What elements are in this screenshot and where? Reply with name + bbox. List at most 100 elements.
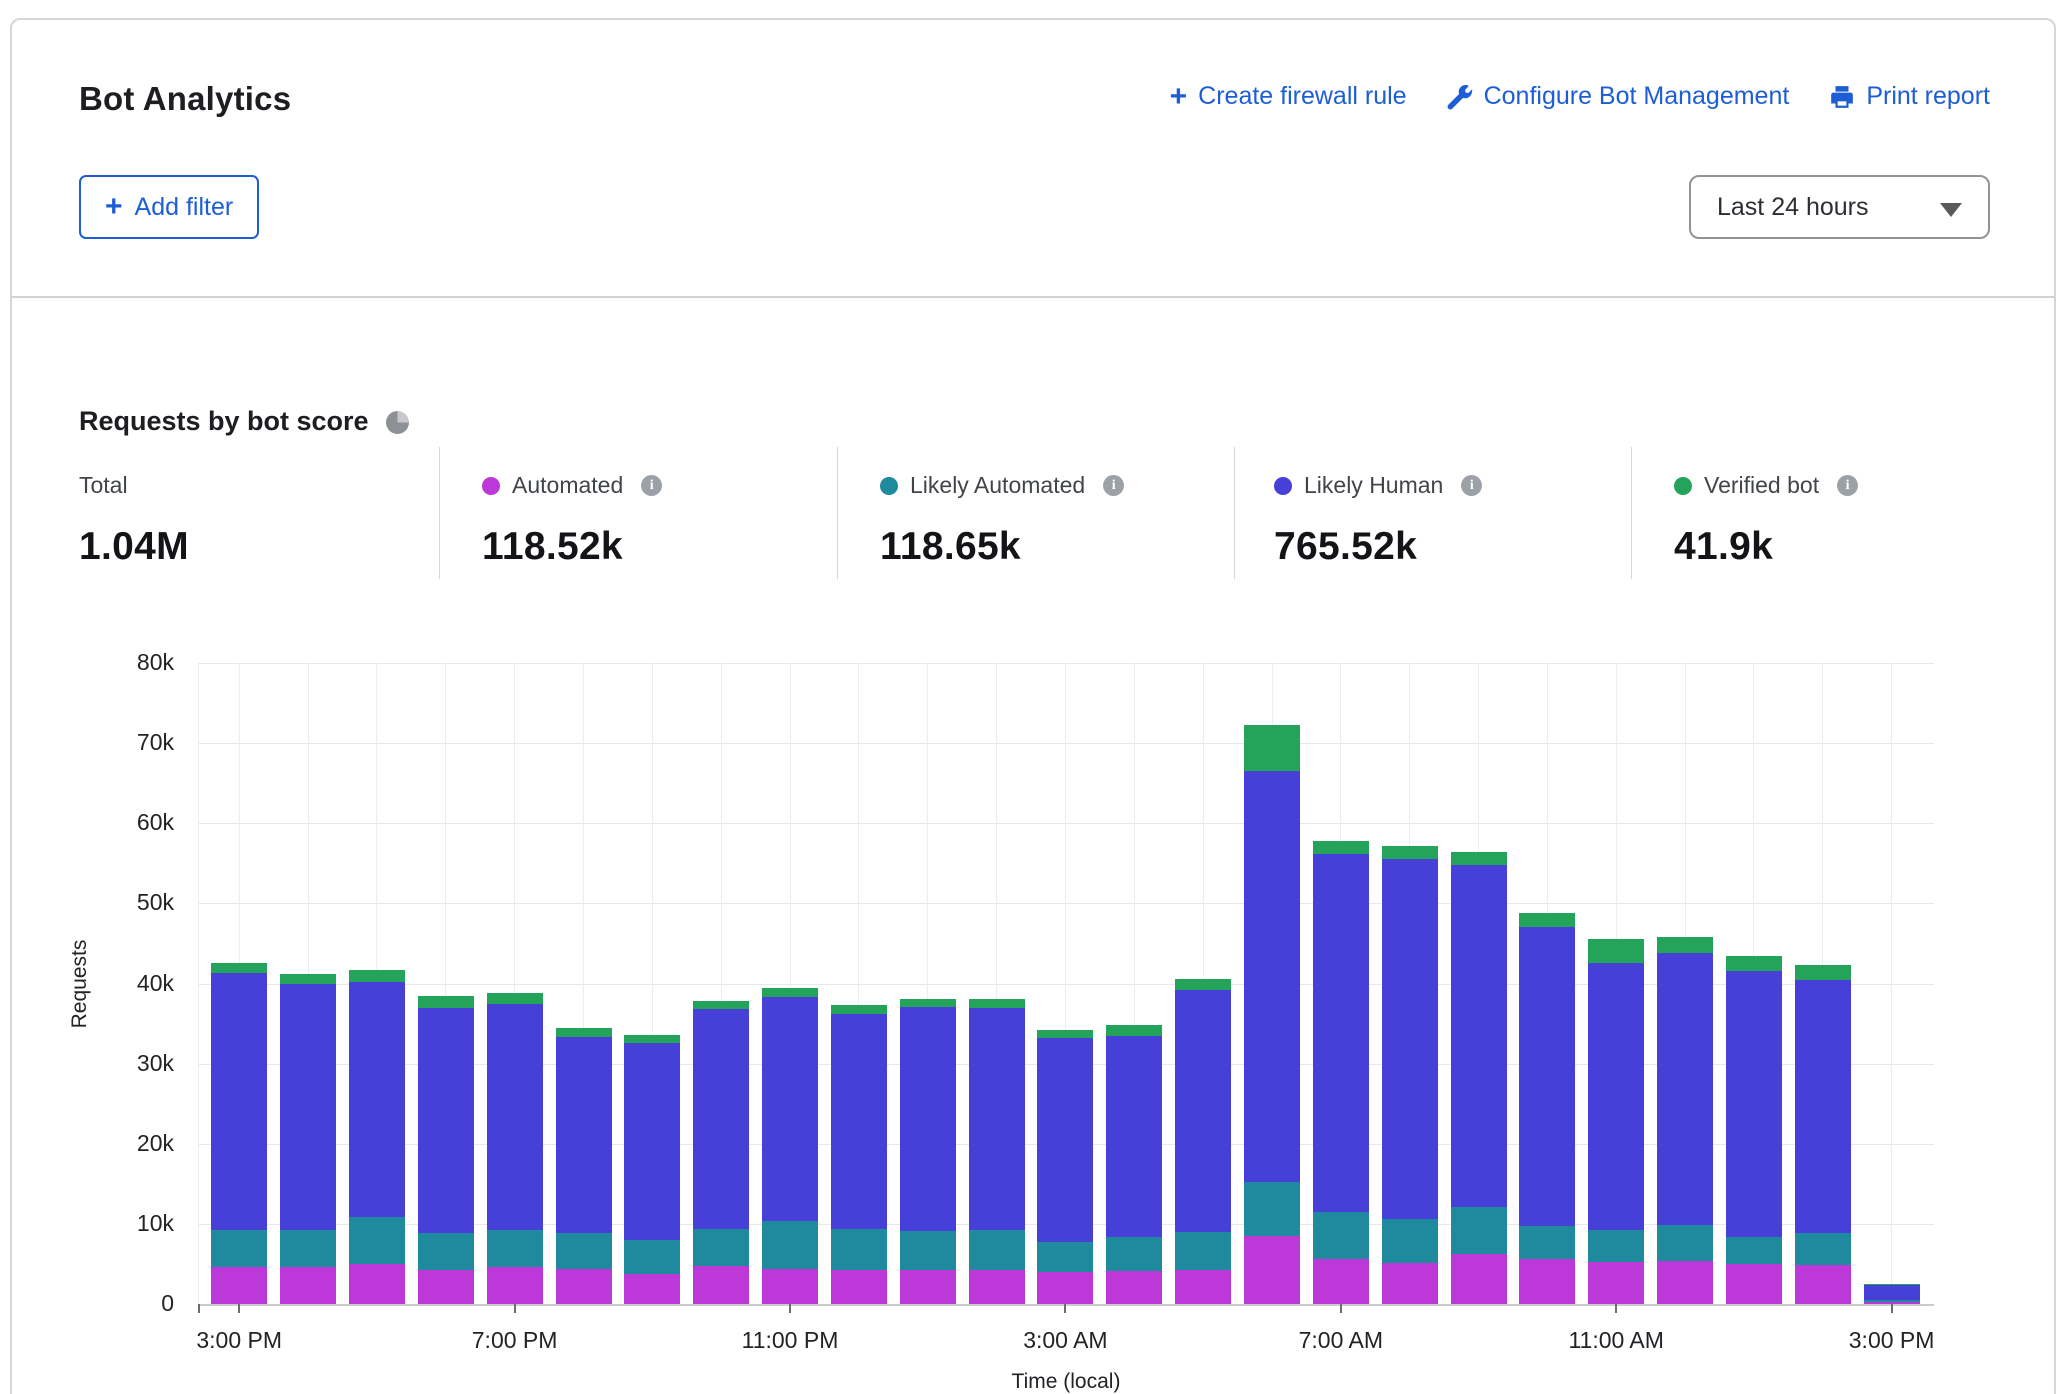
legend-value-verified-bot: 41.9k xyxy=(1674,525,1773,569)
x-axis-tick-label: 11:00 AM xyxy=(1536,1327,1696,1354)
segment-likely-automated xyxy=(1175,1232,1231,1270)
bar-1200am[interactable] xyxy=(831,1005,887,1304)
bar-600am[interactable] xyxy=(1244,725,1300,1304)
segment-likely-human xyxy=(1382,859,1438,1220)
bar-1000am[interactable] xyxy=(1519,913,1575,1304)
segment-automated xyxy=(1451,1254,1507,1304)
v-gridline xyxy=(198,663,199,1304)
bar-1100pm[interactable] xyxy=(762,988,818,1304)
segment-likely-human xyxy=(1864,1284,1920,1299)
bar-300pm[interactable] xyxy=(1864,1284,1920,1304)
configure-bot-management-link[interactable]: Configure Bot Management xyxy=(1447,82,1790,111)
legend-dot xyxy=(1274,477,1292,495)
create-firewall-rule-label: Create firewall rule xyxy=(1198,82,1406,111)
bar-100am[interactable] xyxy=(900,999,956,1304)
print-report-label: Print report xyxy=(1866,82,1990,111)
bar-500am[interactable] xyxy=(1175,979,1231,1304)
info-icon[interactable]: i xyxy=(641,475,662,496)
segment-likely-human xyxy=(1037,1038,1093,1242)
y-axis-tick-label: 60k xyxy=(64,809,174,836)
segment-likely-human xyxy=(1588,963,1644,1230)
segment-likely-automated xyxy=(1382,1219,1438,1263)
y-axis-tick-label: 70k xyxy=(64,729,174,756)
segment-likely-automated xyxy=(1451,1207,1507,1254)
segment-likely-human xyxy=(831,1014,887,1229)
bar-300am[interactable] xyxy=(1037,1030,1093,1304)
legend-item-automated[interactable]: Automatedi xyxy=(482,472,662,499)
bar-400pm[interactable] xyxy=(280,974,336,1304)
x-axis-tick xyxy=(238,1304,240,1313)
bar-700am[interactable] xyxy=(1313,841,1369,1304)
x-axis-tick xyxy=(789,1304,791,1313)
info-icon[interactable]: i xyxy=(1837,475,1858,496)
legend-value-likely-automated: 118.65k xyxy=(880,525,1021,569)
create-firewall-rule-link[interactable]: + Create firewall rule xyxy=(1170,82,1407,111)
legend-item-verified-bot[interactable]: Verified bot i xyxy=(1674,472,1858,499)
segment-verified-bot xyxy=(211,963,267,973)
x-axis-tick-label: 7:00 AM xyxy=(1261,1327,1421,1354)
segment-likely-automated xyxy=(1313,1212,1369,1259)
segment-likely-automated xyxy=(1106,1237,1162,1271)
segment-likely-automated xyxy=(1657,1225,1713,1260)
segment-automated xyxy=(831,1270,887,1304)
bar-800pm[interactable] xyxy=(556,1028,612,1304)
y-axis-title: Requests xyxy=(68,904,92,1064)
bar-1000pm[interactable] xyxy=(693,1001,749,1304)
segment-verified-bot xyxy=(1451,852,1507,865)
legend-label: Verified bot xyxy=(1704,472,1819,499)
bar-600pm[interactable] xyxy=(418,996,474,1304)
segment-likely-automated xyxy=(831,1229,887,1270)
segment-verified-bot xyxy=(1382,846,1438,859)
header-divider xyxy=(12,296,2054,298)
x-axis-tick-label: 11:00 PM xyxy=(710,1327,870,1354)
legend-dot xyxy=(1674,477,1692,495)
bar-200pm[interactable] xyxy=(1795,965,1851,1304)
section-title: Requests by bot score xyxy=(79,406,409,437)
segment-likely-automated xyxy=(556,1233,612,1269)
time-range-select[interactable]: Last 24 hours xyxy=(1689,175,1990,239)
segment-likely-automated xyxy=(1588,1230,1644,1262)
segment-verified-bot xyxy=(1726,956,1782,970)
time-range-value: Last 24 hours xyxy=(1717,193,1869,222)
bar-400am[interactable] xyxy=(1106,1025,1162,1304)
segment-automated xyxy=(1795,1265,1851,1304)
segment-likely-human xyxy=(1657,953,1713,1225)
segment-automated xyxy=(487,1267,543,1304)
bar-1100am[interactable] xyxy=(1588,940,1644,1305)
segment-verified-bot xyxy=(693,1001,749,1009)
bar-1200pm[interactable] xyxy=(1657,937,1713,1304)
segment-verified-bot xyxy=(418,996,474,1008)
wrench-icon xyxy=(1447,84,1473,110)
segment-verified-bot xyxy=(349,970,405,982)
segment-verified-bot xyxy=(1244,725,1300,771)
segment-likely-human xyxy=(1244,771,1300,1182)
add-filter-button[interactable]: + Add filter xyxy=(79,175,259,239)
segment-likely-human xyxy=(1519,927,1575,1227)
info-icon[interactable]: i xyxy=(1461,475,1482,496)
segment-verified-bot xyxy=(900,999,956,1007)
segment-likely-human xyxy=(211,973,267,1230)
segment-likely-automated xyxy=(969,1230,1025,1269)
print-report-link[interactable]: Print report xyxy=(1829,82,1990,111)
segment-likely-human xyxy=(1451,865,1507,1207)
legend-dot xyxy=(482,477,500,495)
segment-automated xyxy=(900,1270,956,1304)
x-axis-tick xyxy=(1891,1304,1893,1313)
info-icon[interactable]: i xyxy=(1103,475,1124,496)
segment-verified-bot xyxy=(762,988,818,997)
bar-900pm[interactable] xyxy=(624,1035,680,1304)
bar-700pm[interactable] xyxy=(487,993,543,1304)
bar-900am[interactable] xyxy=(1451,852,1507,1304)
bar-200am[interactable] xyxy=(969,999,1025,1304)
y-axis-tick-label: 10k xyxy=(64,1210,174,1237)
x-axis-tick xyxy=(1615,1304,1617,1313)
bar-300pm[interactable] xyxy=(211,963,267,1304)
segment-verified-bot xyxy=(624,1035,680,1043)
legend-item-likely-automated[interactable]: Likely Automatedi xyxy=(880,472,1124,499)
segment-automated xyxy=(1519,1259,1575,1304)
bar-500pm[interactable] xyxy=(349,970,405,1304)
y-axis-tick-label: 20k xyxy=(64,1130,174,1157)
bar-800am[interactable] xyxy=(1382,846,1438,1304)
bar-100pm[interactable] xyxy=(1726,956,1782,1304)
legend-item-likely-human[interactable]: Likely Humani xyxy=(1274,472,1482,499)
